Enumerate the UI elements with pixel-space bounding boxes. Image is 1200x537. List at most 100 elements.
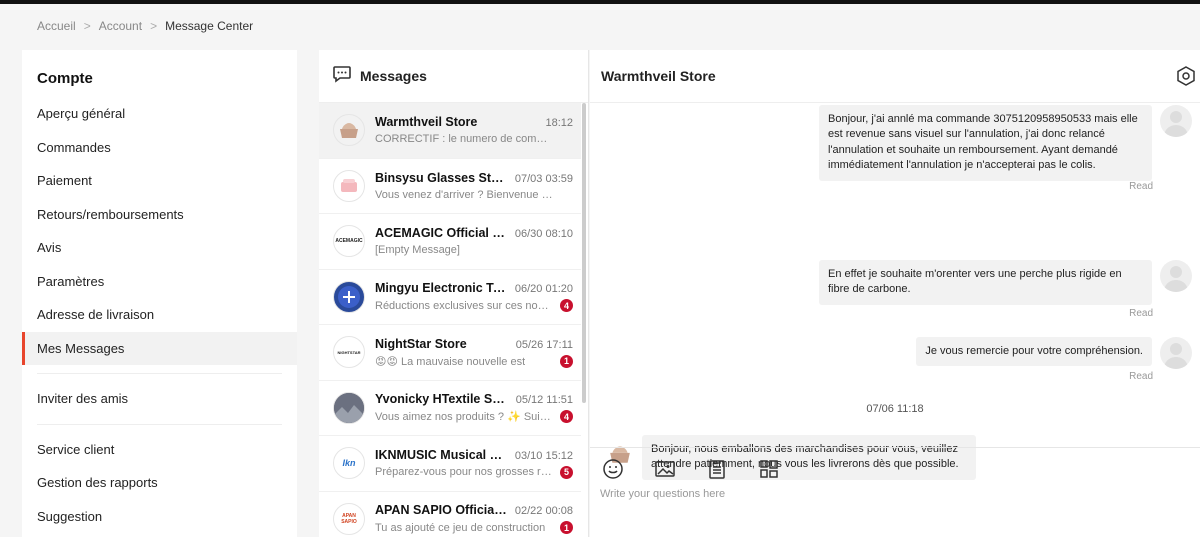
unread-badge: 1: [560, 521, 573, 535]
unread-badge: 5: [560, 465, 573, 479]
messages-header: Messages: [319, 50, 588, 103]
date-separator: 07/06 11:18: [866, 403, 924, 415]
store-avatar: APAN SAPIO: [333, 502, 365, 535]
sidebar-item-messages[interactable]: Mes Messages: [22, 331, 297, 365]
avatar-text: APAN SAPIO: [341, 512, 357, 525]
conversation-panel: Messages Warmthveil Store 18:12 CORRECTIF…: [319, 50, 589, 537]
sidebar-item-settings[interactable]: Paramètres: [22, 265, 297, 299]
avatar-text: ACEMAGIC: [335, 238, 363, 245]
breadcrumb-current: Message Center: [165, 19, 254, 33]
chat-store-name: Warmthveil Store: [601, 68, 716, 84]
store-avatar: ACEMAGIC: [333, 225, 365, 258]
user-avatar-icon: [1160, 105, 1192, 137]
conversation-scrollbar[interactable]: [582, 103, 586, 403]
breadcrumb-home[interactable]: Accueil: [37, 19, 76, 33]
settings-icon[interactable]: [1176, 66, 1196, 91]
sidebar-item-customer-service[interactable]: Service client: [22, 433, 297, 467]
breadcrumb-separator: >: [150, 19, 158, 33]
conversation-preview: 😡😡 La mauvaise nouvelle est: [375, 355, 525, 368]
message-read-status: Read: [1129, 308, 1153, 319]
sidebar-item-orders[interactable]: Commandes: [22, 131, 297, 165]
conversation-preview: Vous venez d'arriver ? Bienvenue ! Vous: [375, 188, 553, 201]
sidebar-item-invite-friends[interactable]: Inviter des amis: [22, 382, 297, 416]
conversation-name: ACEMAGIC Official Store: [375, 226, 507, 241]
conversation-item[interactable]: ACEMAGIC ACEMAGIC Official Store 06/30 08…: [319, 214, 581, 270]
user-avatar-icon: [1160, 337, 1192, 369]
sidebar-title: Compte: [37, 70, 93, 87]
sidebar-item-suggestion[interactable]: Suggestion: [22, 500, 297, 534]
sidebar-item-report-management[interactable]: Gestion des rapports: [22, 466, 297, 500]
messages-title: Messages: [360, 68, 427, 84]
sidebar-divider: [37, 423, 282, 425]
conversation-time: 07/03 03:59: [514, 172, 573, 185]
top-bar: [0, 0, 1200, 4]
emoji-icon: 😡😡: [375, 355, 398, 368]
message-input[interactable]: [600, 488, 1180, 500]
compose-area: [590, 447, 1200, 537]
unread-badge: 1: [560, 354, 573, 368]
conversation-name: Warmthveil Store: [375, 115, 478, 130]
chat-bubble-icon: [332, 64, 352, 89]
conversation-preview: Réductions exclusives sur ces nouveautés: [375, 299, 553, 312]
conversation-name: APAN SAPIO Official Store: [375, 503, 507, 518]
sidebar-item-overview[interactable]: Aperçu général: [22, 97, 297, 131]
conversation-time: 18:12: [545, 117, 573, 130]
conversation-preview: Préparez-vous pour nos grosses réduction…: [375, 466, 553, 479]
conversation-item[interactable]: NIGHTSTAR NightStar Store 05/26 17:11 😡😡 …: [319, 325, 581, 381]
store-avatar: Ikn: [333, 447, 365, 480]
sidebar-divider: [37, 373, 282, 374]
breadcrumb-separator: >: [83, 19, 91, 33]
conversation-time: 02/22 00:08: [514, 505, 573, 518]
conversation-item[interactable]: Binsysu Glasses Store 07/03 03:59 Vous ve…: [319, 159, 581, 214]
conversation-name: Yvonicky HTextile Store: [375, 392, 507, 407]
order-icon[interactable]: [706, 458, 728, 480]
conversation-preview-text: La mauvaise nouvelle est: [401, 355, 526, 368]
outgoing-message: Bonjour, j'ai annlé ma commande 30751209…: [819, 105, 1152, 181]
conversation-preview: CORRECTIF : le numero de commande: [375, 133, 553, 146]
sidebar-item-reviews[interactable]: Avis: [22, 231, 297, 265]
outgoing-message: Je vous remercie pour votre compréhensio…: [916, 337, 1152, 367]
sidebar-item-shipping-address[interactable]: Adresse de livraison: [22, 298, 297, 332]
store-avatar: [333, 280, 365, 313]
breadcrumb: Accueil > Account > Message Center: [37, 19, 253, 33]
conversation-time: 06/20 01:20: [514, 283, 573, 296]
conversation-time: 05/12 11:51: [515, 394, 573, 407]
conversation-item[interactable]: Yvonicky HTextile Store 05/12 11:51 Vous …: [319, 381, 581, 436]
conversation-name: NightStar Store: [375, 336, 467, 351]
store-avatar: [333, 114, 365, 147]
unread-badge: 4: [560, 299, 573, 313]
conversation-preview: Vous aimez nos produits ? ✨ Suivez: [375, 411, 553, 424]
product-grid-icon[interactable]: [758, 458, 780, 480]
store-avatar: [333, 391, 365, 424]
conversation-item[interactable]: APAN SAPIO APAN SAPIO Official Store 02/2…: [319, 492, 581, 537]
sidebar-item-payment[interactable]: Paiement: [22, 164, 297, 198]
conversation-item[interactable]: Warmthveil Store 18:12 CORRECTIF : le num…: [319, 103, 581, 159]
conversation-name: Binsysu Glasses Store: [375, 170, 507, 185]
message-read-status: Read: [1129, 181, 1153, 192]
conversation-time: 06/30 08:10: [514, 228, 573, 241]
avatar-text: Ikn: [342, 458, 356, 469]
conversation-item[interactable]: Ikn IKNMUSIC Musical Store 03/10 15:12 Pr…: [319, 436, 581, 492]
breadcrumb-account[interactable]: Account: [99, 19, 142, 33]
conversation-item[interactable]: Mingyu Electronic Technology06/20 01:20 …: [319, 270, 581, 325]
conversation-preview: [Empty Message]: [375, 244, 460, 257]
chat-header: Warmthveil Store: [590, 50, 1200, 103]
avatar-text: NIGHTSTAR: [337, 349, 361, 355]
conversation-name: Mingyu Electronic Technology: [375, 281, 507, 296]
chat-messages-area[interactable]: Bonjour, j'ai annlé ma commande 30751209…: [590, 103, 1200, 480]
image-icon[interactable]: [654, 458, 676, 480]
store-avatar: NIGHTSTAR: [333, 336, 365, 369]
user-avatar-icon: [1160, 260, 1192, 292]
conversation-time: 05/26 17:11: [515, 338, 573, 351]
conversation-time: 03/10 15:12: [514, 449, 573, 462]
store-avatar: [333, 169, 365, 202]
conversation-name: IKNMUSIC Musical Store: [375, 447, 507, 462]
message-read-status: Read: [1129, 371, 1153, 382]
chat-panel: Warmthveil Store Bonjour, j'ai annlé ma …: [590, 50, 1200, 537]
unread-badge: 4: [560, 410, 573, 424]
emoji-icon[interactable]: [602, 458, 624, 480]
conversation-preview: Tu as ajouté ce jeu de construction: [375, 521, 546, 534]
sidebar-item-returns[interactable]: Retours/remboursements: [22, 198, 297, 232]
conversation-list[interactable]: Warmthveil Store 18:12 CORRECTIF : le num…: [319, 103, 588, 537]
compose-toolbar: [590, 448, 1200, 480]
